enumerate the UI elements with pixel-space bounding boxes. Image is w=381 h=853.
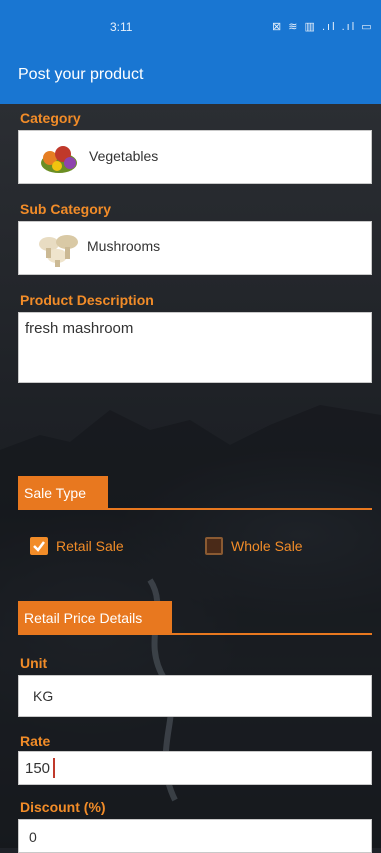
category-value: Vegetables	[89, 148, 159, 164]
whole-sale-label[interactable]: Whole Sale	[231, 538, 303, 554]
discount-value: 0	[29, 829, 37, 845]
mushrooms-icon	[39, 235, 78, 267]
discount-label: Discount (%)	[20, 799, 106, 815]
sub-category-label: Sub Category	[20, 201, 112, 217]
retail-sale-checkbox[interactable]	[30, 537, 48, 555]
sub-category-value: Mushrooms	[87, 238, 161, 254]
rate-label: Rate	[20, 733, 51, 749]
category-label: Category	[20, 110, 81, 126]
status-icons: ⊠ ≋ ▥ .ıl .ıl ▭	[272, 21, 374, 33]
unit-field[interactable]: KG	[18, 675, 372, 717]
status-bar: 3:11 ⊠ ≋ ▥ .ıl .ıl ▭	[0, 0, 381, 56]
sub-category-select[interactable]: Mushrooms	[18, 221, 372, 275]
text-cursor	[53, 758, 55, 778]
description-label: Product Description	[20, 292, 154, 308]
description-value: fresh mashroom	[25, 320, 134, 337]
retail-sale-label[interactable]: Retail Sale	[56, 538, 124, 554]
rate-value: 150	[25, 760, 51, 777]
app-bar: Post your product	[0, 56, 381, 104]
sale-type-divider	[18, 508, 372, 510]
rate-input[interactable]: 150	[18, 751, 372, 785]
description-textarea[interactable]: fresh mashroom	[18, 312, 372, 383]
retail-price-divider	[18, 633, 372, 635]
vegetables-icon	[41, 146, 77, 173]
retail-price-header: Retail Price Details	[18, 601, 172, 635]
page-title: Post your product	[18, 66, 144, 83]
status-time: 3:11	[110, 20, 133, 34]
checkmark-icon	[33, 541, 45, 552]
category-select[interactable]: Vegetables	[18, 130, 372, 184]
sale-type-header: Sale Type	[18, 476, 108, 510]
unit-value: KG	[33, 688, 54, 704]
whole-sale-checkbox[interactable]	[205, 537, 223, 555]
unit-label: Unit	[20, 655, 48, 671]
